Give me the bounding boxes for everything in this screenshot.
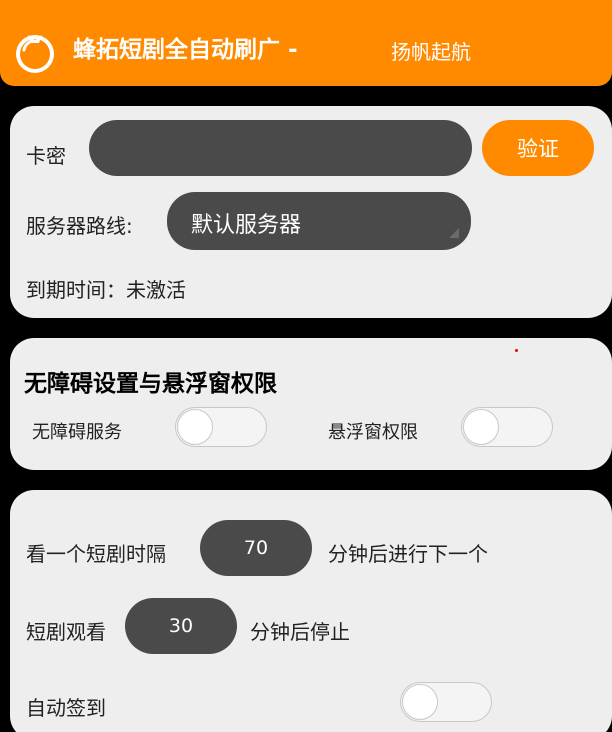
toggle-knob [463,409,499,445]
accessibility-service-label: 无障碍服务 [32,422,122,443]
dropdown-corner-icon [449,228,459,238]
app-header: 蜂拓短剧全自动刷广 - 扬帆起航 [0,0,612,86]
permissions-card: 无障碍设置与悬浮窗权限 无障碍服务 悬浮窗权限 [10,338,612,470]
tomato-logo-icon [10,26,60,76]
server-route-value: 默认服务器 [191,213,302,238]
expire-time-label: 到期时间：未激活 [26,278,186,302]
auto-signin-label: 自动签到 [26,696,106,720]
overlay-permission-label: 悬浮窗权限 [328,422,418,443]
card-key-input[interactable] [89,120,472,176]
accessibility-service-toggle[interactable] [175,407,267,447]
verify-button[interactable]: 验证 [482,120,594,176]
permissions-title: 无障碍设置与悬浮窗权限 [24,371,277,397]
watch-prefix-label: 短剧观看 [26,620,106,644]
overlay-permission-toggle[interactable] [461,407,553,447]
app-subtitle: 扬帆起航 [391,40,471,64]
red-dot [515,349,518,352]
interval-minutes-input[interactable]: 70 [200,520,312,576]
interval-suffix-label: 分钟后进行下一个 [328,542,488,566]
toggle-knob [402,684,438,720]
app-title: 蜂拓短剧全自动刷广 - [73,37,298,63]
license-card: 卡密 验证 服务器路线: 默认服务器 到期时间：未激活 [10,106,612,318]
server-route-select[interactable]: 默认服务器 [167,192,471,250]
server-route-label: 服务器路线: [26,214,133,238]
app-root: 蜂拓短剧全自动刷广 - 扬帆起航 卡密 验证 服务器路线: 默认服务器 到期时间… [0,0,612,732]
settings-card: 看一个短剧时隔 70 分钟后进行下一个 短剧观看 30 分钟后停止 自动签到 [10,490,612,732]
watch-minutes-input[interactable]: 30 [125,598,237,654]
interval-prefix-label: 看一个短剧时隔 [26,542,166,566]
auto-signin-toggle[interactable] [400,682,492,722]
toggle-knob [177,409,213,445]
watch-suffix-label: 分钟后停止 [250,620,350,644]
card-key-label: 卡密 [26,144,66,168]
